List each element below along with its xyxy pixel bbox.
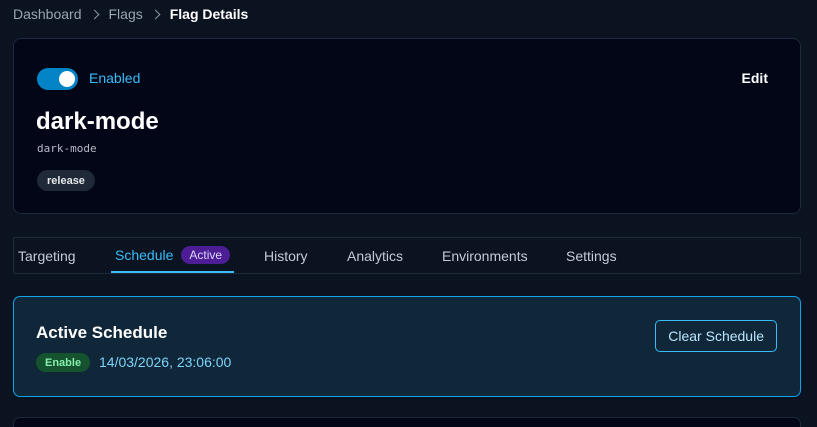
schedule-datetime: 14/03/2026, 23:06:00 [99, 354, 232, 370]
flag-details-card: Enabled Edit dark-mode dark-mode release [13, 38, 801, 214]
tab-history[interactable]: History [264, 238, 308, 273]
flag-tabs: Targeting Schedule Active History Analyt… [13, 237, 801, 274]
tab-environments[interactable]: Environments [442, 238, 528, 273]
active-schedule-card: Active Schedule Enable 14/03/2026, 23:06… [13, 296, 801, 397]
chevron-right-icon [150, 9, 161, 19]
tag-badge: release [37, 170, 95, 191]
breadcrumb-dashboard[interactable]: Dashboard [13, 6, 82, 22]
edit-button[interactable]: Edit [736, 68, 774, 88]
tab-label: Analytics [347, 247, 404, 264]
tab-label: History [264, 247, 308, 264]
enabled-status-label: Enabled [89, 70, 141, 86]
breadcrumb-flags[interactable]: Flags [109, 6, 143, 22]
active-badge: Active [181, 245, 231, 264]
tab-label: Environments [442, 247, 528, 264]
breadcrumb-flag-details: Flag Details [169, 6, 249, 22]
flag-name: dark-mode [36, 108, 159, 135]
toggle-knob [59, 71, 75, 87]
tab-targeting[interactable]: Targeting [18, 238, 76, 273]
tab-label: Schedule [115, 246, 174, 263]
clear-schedule-button[interactable]: Clear Schedule [655, 320, 777, 352]
enabled-toggle[interactable] [37, 68, 78, 90]
next-section-card [13, 417, 801, 427]
tab-label: Settings [566, 247, 617, 264]
schedule-action-badge: Enable [36, 353, 91, 372]
tab-analytics[interactable]: Analytics [347, 238, 403, 273]
schedule-title: Active Schedule [36, 323, 168, 342]
chevron-right-icon [89, 9, 99, 19]
breadcrumb: Dashboard Flags Flag Details [13, 5, 248, 23]
tab-settings[interactable]: Settings [566, 238, 617, 273]
tab-label: Targeting [18, 247, 76, 264]
tab-schedule[interactable]: Schedule Active [111, 238, 235, 273]
flag-key: dark-mode [37, 142, 97, 155]
